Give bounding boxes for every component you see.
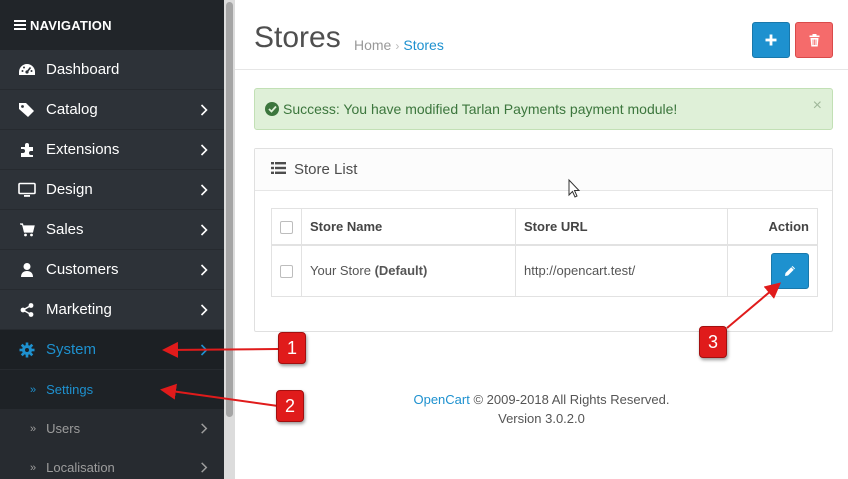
footer: OpenCart © 2009-2018 All Rights Reserved…	[235, 390, 848, 428]
store-name: Your Store	[310, 263, 371, 279]
sidebar-subitem-label: Users	[46, 421, 81, 436]
table-row: Your Store (Default) http://opencart.tes…	[271, 244, 818, 297]
table-header-row: Store Name Store URL Action	[271, 208, 818, 246]
chevron-right-icon	[200, 184, 208, 196]
sidebar-item-dashboard[interactable]: Dashboard	[0, 50, 224, 90]
sidebar-subitem-users[interactable]: » Users	[0, 409, 224, 448]
callout-badge-1: 1	[278, 332, 306, 364]
panel-title: Store List	[294, 161, 358, 178]
breadcrumb: Home › Stores	[354, 37, 444, 53]
puzzle-icon	[18, 141, 36, 159]
alert-message: Success: You have modified Tarlan Paymen…	[283, 101, 678, 117]
panel-heading: Store List	[255, 149, 832, 191]
sidebar-item-label: Design	[46, 181, 93, 198]
sidebar-item-customers[interactable]: Customers	[0, 250, 224, 290]
sidebar-item-label: Customers	[46, 261, 119, 278]
chevron-down-icon	[200, 344, 208, 356]
menu-icon	[14, 18, 26, 32]
select-all-checkbox[interactable]	[280, 220, 293, 234]
store-list-panel: Store List Store Name Store URL Action Y…	[254, 148, 833, 332]
breadcrumb-home-link[interactable]: Home	[354, 37, 391, 53]
column-header-store-name[interactable]: Store Name	[301, 208, 516, 246]
list-icon	[271, 161, 286, 178]
sidebar-subitem-localisation[interactable]: » Localisation	[0, 448, 224, 479]
sidebar-item-system[interactable]: System	[0, 330, 224, 370]
chevron-right-icon	[200, 264, 208, 276]
sidebar-item-marketing[interactable]: Marketing	[0, 290, 224, 330]
breadcrumb-stores-link[interactable]: Stores	[403, 37, 443, 53]
callout-badge-3: 3	[699, 326, 727, 358]
sidebar-subitem-label: Localisation	[46, 460, 115, 475]
chevron-right-icon	[200, 224, 208, 236]
alert-close-button[interactable]: ×	[813, 97, 822, 115]
sidebar-subitem-label: Settings	[46, 382, 94, 397]
monitor-icon	[18, 181, 36, 199]
double-chevron-icon: »	[30, 461, 37, 474]
chevron-right-icon	[201, 423, 208, 434]
plus-icon	[765, 34, 777, 46]
sidebar-item-label: Catalog	[46, 101, 98, 118]
delete-button[interactable]	[795, 22, 833, 58]
trash-icon	[809, 33, 819, 46]
action-cell	[727, 244, 818, 297]
sidebar-item-design[interactable]: Design	[0, 170, 224, 210]
chevron-right-icon	[201, 462, 208, 473]
sidebar: NAVIGATION Dashboard Catalog Extensions …	[0, 0, 224, 479]
chevron-right-icon	[200, 104, 208, 116]
edit-button[interactable]	[771, 252, 809, 289]
store-default-tag: (Default)	[374, 263, 428, 279]
sidebar-item-label: Extensions	[46, 141, 120, 158]
nav-header[interactable]: NAVIGATION	[0, 0, 224, 50]
chevron-right-icon	[200, 304, 208, 316]
double-chevron-icon: »	[30, 422, 37, 435]
dashboard-icon	[18, 61, 36, 79]
main-content: Stores Home › Stores Success: You have mod…	[235, 0, 848, 479]
footer-version: Version 3.0.2.0	[498, 411, 585, 426]
gear-icon	[18, 341, 36, 359]
user-icon	[18, 261, 36, 279]
column-header-action: Action	[727, 208, 818, 246]
nav-header-label: NAVIGATION	[30, 17, 112, 33]
tags-icon	[18, 101, 36, 119]
sidebar-item-label: Marketing	[46, 301, 112, 318]
check-circle-icon	[265, 102, 279, 116]
chevron-right-icon	[200, 144, 208, 156]
row-select-cell	[271, 244, 302, 297]
store-table: Store Name Store URL Action Your Store (…	[271, 208, 818, 297]
double-chevron-icon: »	[30, 383, 37, 396]
breadcrumb-separator: ›	[395, 39, 400, 53]
sidebar-item-label: System	[46, 341, 97, 358]
page-title: Stores	[254, 21, 341, 54]
footer-copyright: © 2009-2018 All Rights Reserved.	[473, 392, 670, 407]
select-all-cell	[271, 208, 302, 246]
sidebar-item-catalog[interactable]: Catalog	[0, 90, 224, 130]
add-button[interactable]	[752, 22, 790, 58]
opencart-link[interactable]: OpenCart	[413, 392, 469, 407]
callout-badge-2: 2	[276, 390, 304, 422]
sidebar-scrollbar-thumb[interactable]	[226, 2, 233, 417]
row-checkbox[interactable]	[280, 265, 293, 279]
store-url-cell: http://opencart.test/	[515, 244, 728, 297]
store-name-cell: Your Store (Default)	[301, 244, 516, 297]
sidebar-item-label: Dashboard	[46, 61, 120, 78]
page-header: Stores Home › Stores	[235, 0, 848, 70]
sidebar-item-sales[interactable]: Sales	[0, 210, 224, 250]
sidebar-item-extensions[interactable]: Extensions	[0, 130, 224, 170]
success-alert: Success: You have modified Tarlan Paymen…	[254, 88, 833, 130]
column-header-store-url[interactable]: Store URL	[515, 208, 728, 246]
share-icon	[18, 301, 36, 319]
sidebar-subitem-settings[interactable]: » Settings	[0, 370, 224, 409]
sidebar-item-label: Sales	[46, 221, 84, 238]
pencil-icon	[785, 265, 795, 276]
cart-icon	[18, 221, 36, 239]
